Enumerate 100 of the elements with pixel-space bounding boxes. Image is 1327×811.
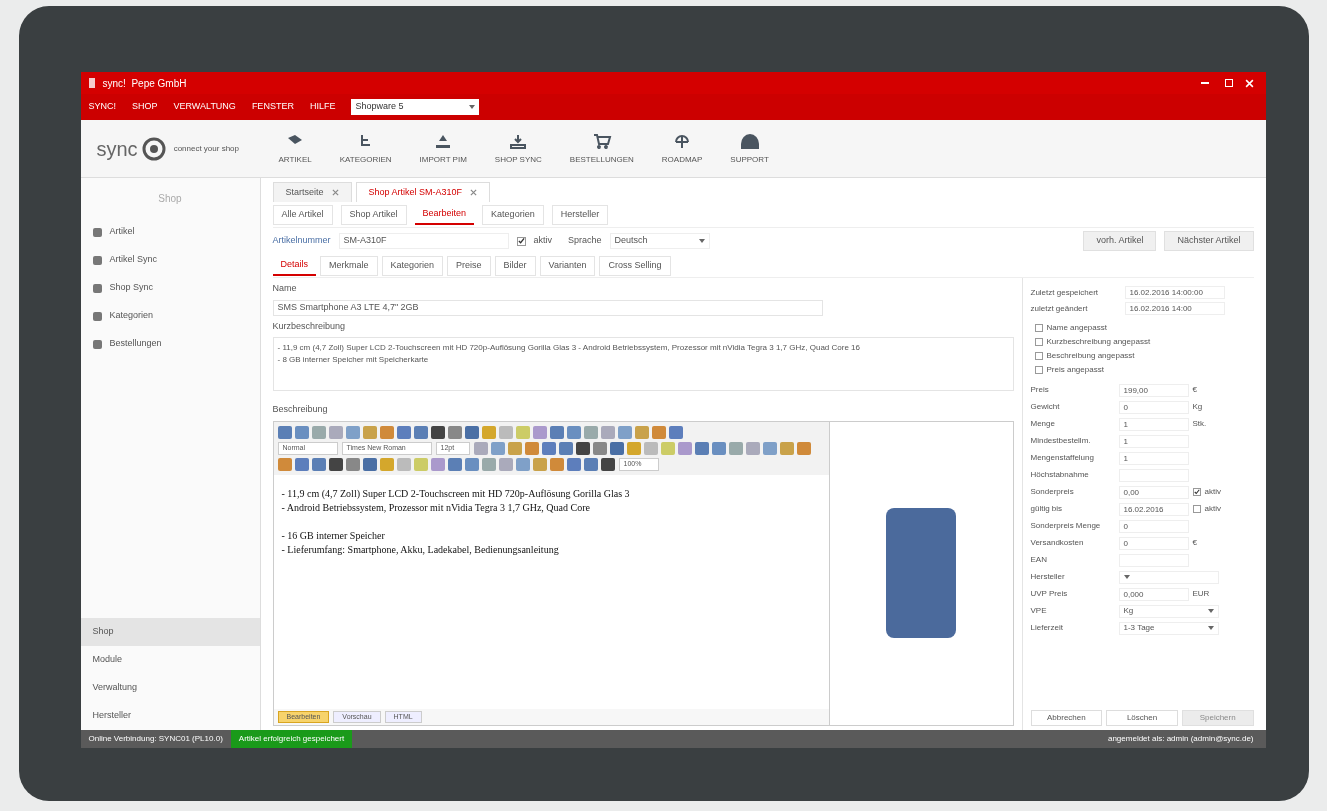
- toolbar-button[interactable]: ROADMAP: [653, 131, 711, 166]
- logo-icon: [141, 135, 166, 162]
- toolbar-button[interactable]: IMPORT PIM: [411, 131, 475, 166]
- select-field[interactable]: [1118, 570, 1219, 584]
- checkbox[interactable]: [1034, 352, 1043, 360]
- input-field[interactable]: 1: [1118, 434, 1189, 448]
- sub-tab[interactable]: Kategorien: [482, 204, 544, 225]
- close-icon[interactable]: [331, 189, 339, 196]
- detail-tab[interactable]: Bilder: [494, 255, 536, 276]
- unit-label: Stk.: [1192, 418, 1207, 430]
- toolbar-button[interactable]: KATEGORIEN: [331, 131, 400, 166]
- sidebar-section[interactable]: Module: [80, 646, 260, 674]
- format-icon[interactable]: [558, 441, 573, 455]
- format-icon[interactable]: [362, 457, 377, 471]
- input-field[interactable]: 0,000: [1118, 587, 1189, 601]
- checkbox[interactable]: [1034, 338, 1043, 346]
- input-field[interactable]: 0: [1118, 519, 1189, 533]
- connection-status: Online Verbindung: SYNC01 (PL10.0): [87, 733, 224, 745]
- format-icon[interactable]: [583, 457, 598, 471]
- format-icon[interactable]: [311, 457, 326, 471]
- field-label: Mindestbestellm.: [1030, 435, 1092, 447]
- checkbox[interactable]: [1034, 366, 1043, 374]
- user-status: angemeldet als: admin (admin@sync.de): [1106, 733, 1255, 745]
- form-button[interactable]: Abbrechen: [1030, 710, 1103, 726]
- caret-icon: [469, 105, 476, 109]
- select-field[interactable]: Kg: [1118, 604, 1219, 618]
- input-field[interactable]: 0: [1118, 536, 1189, 550]
- description-line: - 11,9 cm (4,7 Zoll) Super LCD 2-Touchscreen mit HD 720p-Auflösung Gorilla Glas 3: [281, 486, 631, 501]
- date-field[interactable]: 16.02.2016 14:00:00: [1124, 286, 1225, 299]
- shop-select[interactable]: Shopware 5: [351, 99, 480, 115]
- menu-item[interactable]: VERWALTUNG: [173, 100, 236, 114]
- toolbar-button[interactable]: SHOP SYNC: [486, 131, 550, 166]
- checkbox[interactable]: [516, 236, 526, 246]
- caret-icon: [1207, 609, 1214, 613]
- format-icon[interactable]: [277, 425, 292, 439]
- field-label: EAN: [1030, 554, 1048, 566]
- close-icon[interactable]: [470, 189, 478, 196]
- toolbar-button[interactable]: ARTIKEL: [270, 131, 320, 166]
- input-field[interactable]: 1: [1118, 417, 1189, 431]
- format-icon[interactable]: [447, 457, 462, 471]
- nav-button[interactable]: Nächster Artikel: [1164, 231, 1254, 251]
- menu-item[interactable]: FENSTER: [251, 100, 294, 114]
- detail-tab[interactable]: Varianten: [539, 255, 596, 276]
- sub-tab[interactable]: Bearbeiten: [414, 204, 475, 225]
- menu-item[interactable]: SHOP: [132, 100, 158, 114]
- menu-item[interactable]: SYNC!: [88, 100, 116, 114]
- format-icon[interactable]: [600, 457, 615, 471]
- checkbox[interactable]: [1192, 505, 1201, 513]
- date-field[interactable]: 16.02.2016 14:00: [1124, 302, 1225, 315]
- detail-tab[interactable]: Cross Selling: [599, 255, 671, 276]
- field-label: Sprache: [568, 234, 602, 248]
- sidebar-item[interactable]: Artikel: [80, 218, 260, 246]
- toolbar-button[interactable]: BESTELLUNGEN: [561, 131, 642, 166]
- checkbox[interactable]: [1192, 488, 1201, 496]
- form-button[interactable]: Löschen: [1106, 710, 1178, 726]
- menu-item[interactable]: HILFE: [309, 100, 336, 114]
- format-icon[interactable]: [575, 441, 590, 455]
- toolbar-button[interactable]: SUPPORT: [722, 131, 777, 166]
- detail-tab[interactable]: Merkmale: [320, 255, 378, 276]
- format-icon[interactable]: [464, 425, 479, 439]
- sidebar-item[interactable]: Artikel Sync: [80, 246, 260, 274]
- select-field[interactable]: 1-3 Tage: [1118, 621, 1219, 635]
- input-field[interactable]: 0,00: [1118, 485, 1189, 499]
- detail-tab[interactable]: Preise: [447, 255, 491, 276]
- detail-tab[interactable]: Details: [272, 255, 316, 276]
- format-icon[interactable]: [694, 441, 709, 455]
- article-number-field[interactable]: SM-A310F: [338, 233, 509, 249]
- input-field[interactable]: 199,00: [1118, 383, 1189, 397]
- language-select[interactable]: Deutsch: [609, 233, 710, 249]
- sidebar-section[interactable]: Verwaltung: [80, 674, 260, 702]
- format-icon[interactable]: [328, 457, 343, 471]
- name-field[interactable]: SMS Smartphone A3 LTE 4,7" 2GB: [272, 299, 823, 316]
- field-label: Preis: [1030, 384, 1050, 396]
- detail-tab[interactable]: Kategorien: [381, 255, 444, 276]
- format-icon[interactable]: [430, 425, 445, 439]
- minimize-icon[interactable]: [1200, 82, 1209, 84]
- checkbox[interactable]: [1034, 324, 1043, 332]
- sidebar-item[interactable]: Bestellungen: [80, 330, 260, 358]
- sidebar-section[interactable]: Hersteller: [80, 702, 260, 730]
- format-icon[interactable]: [413, 425, 428, 439]
- sub-tab[interactable]: Shop Artikel: [340, 204, 407, 225]
- format-icon[interactable]: [609, 441, 624, 455]
- sub-tab[interactable]: Hersteller: [551, 204, 609, 225]
- success-message: Artikel erfolgreich gespeichert: [230, 730, 353, 748]
- sub-tab[interactable]: Alle Artikel: [272, 204, 333, 225]
- input-field[interactable]: 0: [1118, 400, 1189, 414]
- window-title: sync! Pepe GmbH: [102, 76, 187, 91]
- rich-text-editor[interactable]: [273, 421, 830, 725]
- sidebar-item[interactable]: Kategorien: [80, 302, 260, 330]
- document-tab[interactable]: Startseite: [272, 182, 352, 202]
- input-field[interactable]: 16.02.2016: [1118, 502, 1189, 516]
- format-icon[interactable]: [549, 425, 564, 439]
- field-label: Versandkosten: [1030, 537, 1085, 549]
- short-description-field[interactable]: [272, 337, 1014, 391]
- nav-button[interactable]: vorh. Artikel: [1083, 231, 1157, 251]
- input-field[interactable]: 1: [1118, 451, 1189, 465]
- sidebar-section[interactable]: Shop: [80, 618, 260, 646]
- sidebar-item[interactable]: Shop Sync: [80, 274, 260, 302]
- maximize-icon[interactable]: [1224, 79, 1233, 87]
- document-tab[interactable]: Shop Artikel SM-A310F: [355, 182, 491, 202]
